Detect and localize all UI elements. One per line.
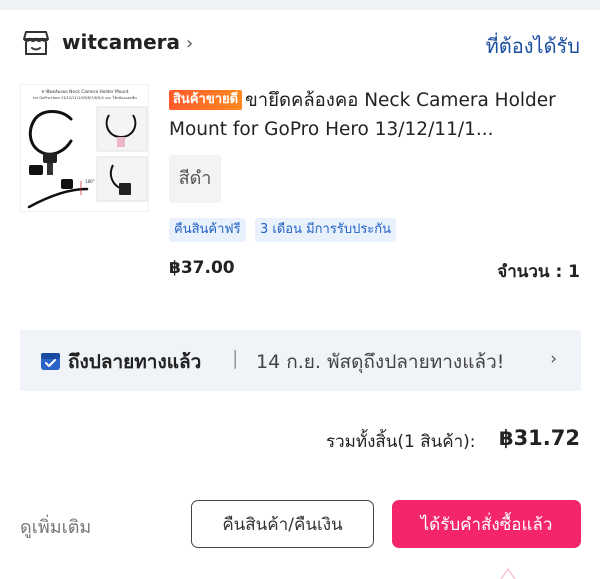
order-total-label: รวมทั้งสิ้น(1 สินค้า): xyxy=(326,432,476,452)
return-refund-button[interactable]: คืนสินค้า/คืนเงิน xyxy=(191,500,374,548)
bestseller-badge: สินค้าขายดี xyxy=(169,90,243,110)
order-total-amount: ฿31.72 xyxy=(498,426,580,450)
view-more-link[interactable]: ดูเพิ่มเติม xyxy=(20,512,91,541)
product-variant: สีดำ xyxy=(169,155,221,203)
product-title[interactable]: สินค้าขายดี ขายึดคล้องคอ Neck Camera Hold… xyxy=(169,86,584,144)
scroll-hint-icon xyxy=(500,567,516,579)
product-image: ขายึดคล้องคอ Neck Camera Holder Mount fo… xyxy=(27,89,148,209)
chevron-right-icon[interactable]: › xyxy=(186,33,193,54)
order-received-button[interactable]: ได้รับคำสั่งซื้อแล้ว xyxy=(392,500,581,548)
delivery-label: ถึงปลายทางแล้ว xyxy=(68,351,202,373)
store-icon xyxy=(23,31,49,55)
top-divider xyxy=(0,0,600,10)
product-thumbnail[interactable]: ขายึดคล้องคอ Neck Camera Holder Mount fo… xyxy=(20,84,149,212)
svg-text:180°: 180° xyxy=(85,179,95,184)
order-status: ที่ต้องได้รับ xyxy=(485,34,580,58)
shop-name[interactable]: witcamera xyxy=(62,30,180,54)
product-quantity: จำนวน : 1 xyxy=(497,262,580,282)
delivery-detail: 14 ก.ย. พัสดุถึงปลายทางแล้ว! xyxy=(256,351,505,373)
delivery-separator: | xyxy=(232,347,239,369)
product-price: ฿37.00 xyxy=(169,258,235,278)
shop-header[interactable]: witcamera › ที่ต้องได้รับ xyxy=(0,24,600,64)
chevron-right-icon[interactable]: › xyxy=(550,349,557,369)
package-icon xyxy=(41,353,60,370)
free-return-tag: คืนสินค้าฟรี xyxy=(169,218,246,242)
svg-text:for GoPro Hero 13/12/11/10/9/8: for GoPro Hero 13/12/11/10/9/8/7/6/5/4 แ… xyxy=(33,95,137,100)
warranty-tag: 3 เดือน มีการรับประกัน xyxy=(255,218,397,242)
delivery-status-banner[interactable]: ถึงปลายทางแล้ว | 14 ก.ย. พัสดุถึงปลายทาง… xyxy=(20,330,581,391)
svg-text:ขายึดคล้องคอ Neck Camera Holde: ขายึดคล้องคอ Neck Camera Holder Mount xyxy=(42,89,129,95)
